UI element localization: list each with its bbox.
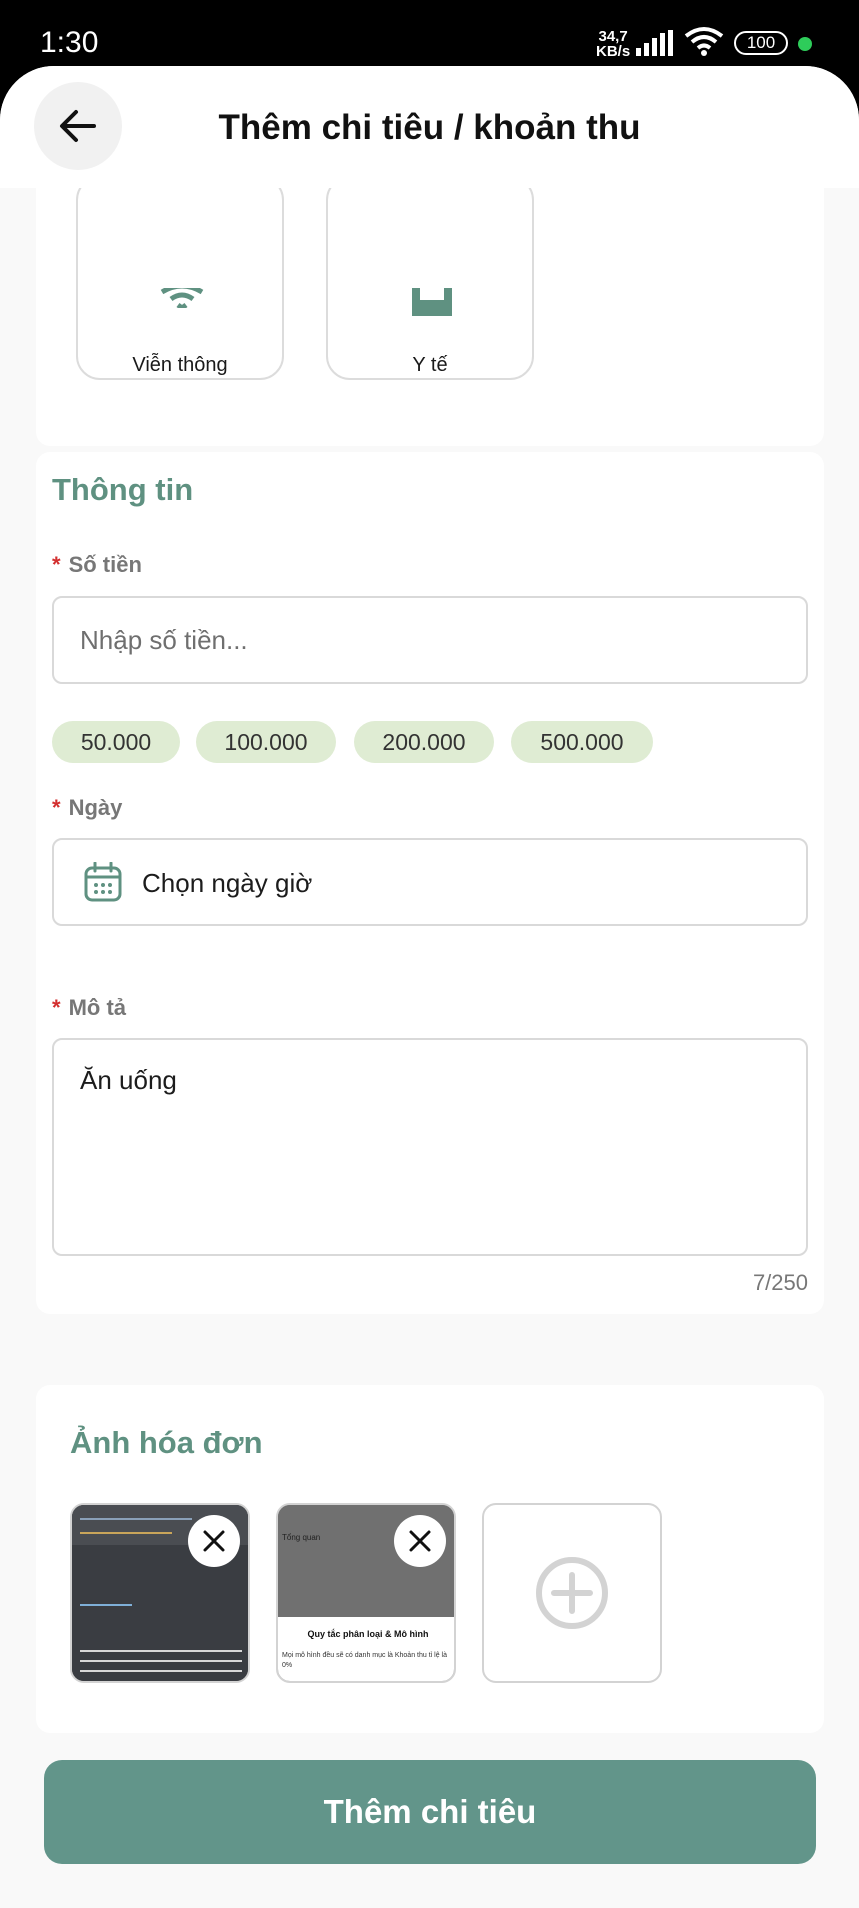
header: Thêm chi tiêu / khoản thu [0, 66, 859, 188]
remove-photo-button[interactable] [188, 1515, 240, 1567]
receipt-photos-card: Ảnh hóa đơn Tổng quan Quy tắc phân loại … [36, 1385, 824, 1733]
receipt-photo-thumbnail[interactable] [70, 1503, 250, 1683]
battery-indicator: 100 [734, 31, 788, 55]
description-textarea[interactable]: Ăn uống [52, 1038, 808, 1256]
receipt-photo-thumbnail[interactable]: Tổng quan Quy tắc phân loại & Mô hình Mọ… [276, 1503, 456, 1683]
category-tile-telecom[interactable]: Viễn thông [76, 176, 284, 380]
quick-amount-chip[interactable]: 50.000 [52, 721, 180, 763]
network-speed: 34,7 KB/s [596, 29, 630, 59]
network-speed-unit: KB/s [596, 43, 631, 60]
page-title: Thêm chi tiêu / khoản thu [218, 108, 641, 147]
quick-amount-chip[interactable]: 100.000 [196, 721, 336, 763]
close-icon [203, 1530, 225, 1552]
signal-icon [636, 30, 673, 56]
add-photo-button[interactable] [482, 1503, 662, 1683]
required-mark: * [52, 552, 61, 577]
calendar-icon [84, 862, 122, 902]
thumb-caption: Quy tắc phân loại & Mô hình [307, 1629, 429, 1639]
info-section-title: Thông tin [52, 472, 194, 507]
amount-label: * Số tiền [52, 552, 142, 578]
add-expense-sheet: Thêm chi tiêu / khoản thu Viễn thông Y t… [0, 66, 859, 1908]
status-time: 1:30 [40, 26, 99, 59]
description-label: * Mô tả [52, 995, 126, 1021]
amount-placeholder: Nhập số tiền... [80, 625, 248, 655]
category-label: Viễn thông [132, 354, 228, 376]
submit-expense-button[interactable]: Thêm chi tiêu [44, 1760, 816, 1864]
category-tile-health[interactable]: Y tế [326, 176, 534, 380]
date-placeholder: Chọn ngày giờ [142, 868, 313, 898]
date-picker-field[interactable]: Chọn ngày giờ [52, 838, 808, 926]
wifi-icon [160, 288, 204, 308]
amount-label-text: Số tiền [68, 552, 142, 577]
required-mark: * [52, 795, 61, 820]
thumb-heading: Tổng quan [282, 1533, 321, 1542]
description-label-text: Mô tả [68, 995, 127, 1020]
quick-amount-chip[interactable]: 200.000 [354, 721, 494, 763]
character-counter: 7/250 [752, 1270, 808, 1295]
description-value: Ăn uống [80, 1065, 177, 1095]
receipt-section-title: Ảnh hóa đơn [70, 1425, 263, 1460]
medical-icon [412, 288, 452, 316]
privacy-indicator-dot [798, 37, 812, 51]
required-mark: * [52, 995, 61, 1020]
wifi-status-icon [684, 27, 724, 56]
remove-photo-button[interactable] [394, 1515, 446, 1567]
info-card: Thông tin * Số tiền Nhập số tiền... 50.00… [36, 452, 824, 1314]
quick-amount-chip[interactable]: 500.000 [511, 721, 653, 763]
date-label: * Ngày [52, 795, 122, 821]
network-speed-value: 34,7 [598, 28, 628, 45]
amount-input[interactable]: Nhập số tiền... [52, 596, 808, 684]
date-label-text: Ngày [68, 795, 123, 820]
thumb-subtext: Mọi mô hình đều sẽ có danh mục là Khoản … [282, 1652, 447, 1669]
close-icon [409, 1530, 431, 1552]
category-label: Y tế [412, 354, 448, 376]
plus-circle-icon [536, 1557, 608, 1629]
